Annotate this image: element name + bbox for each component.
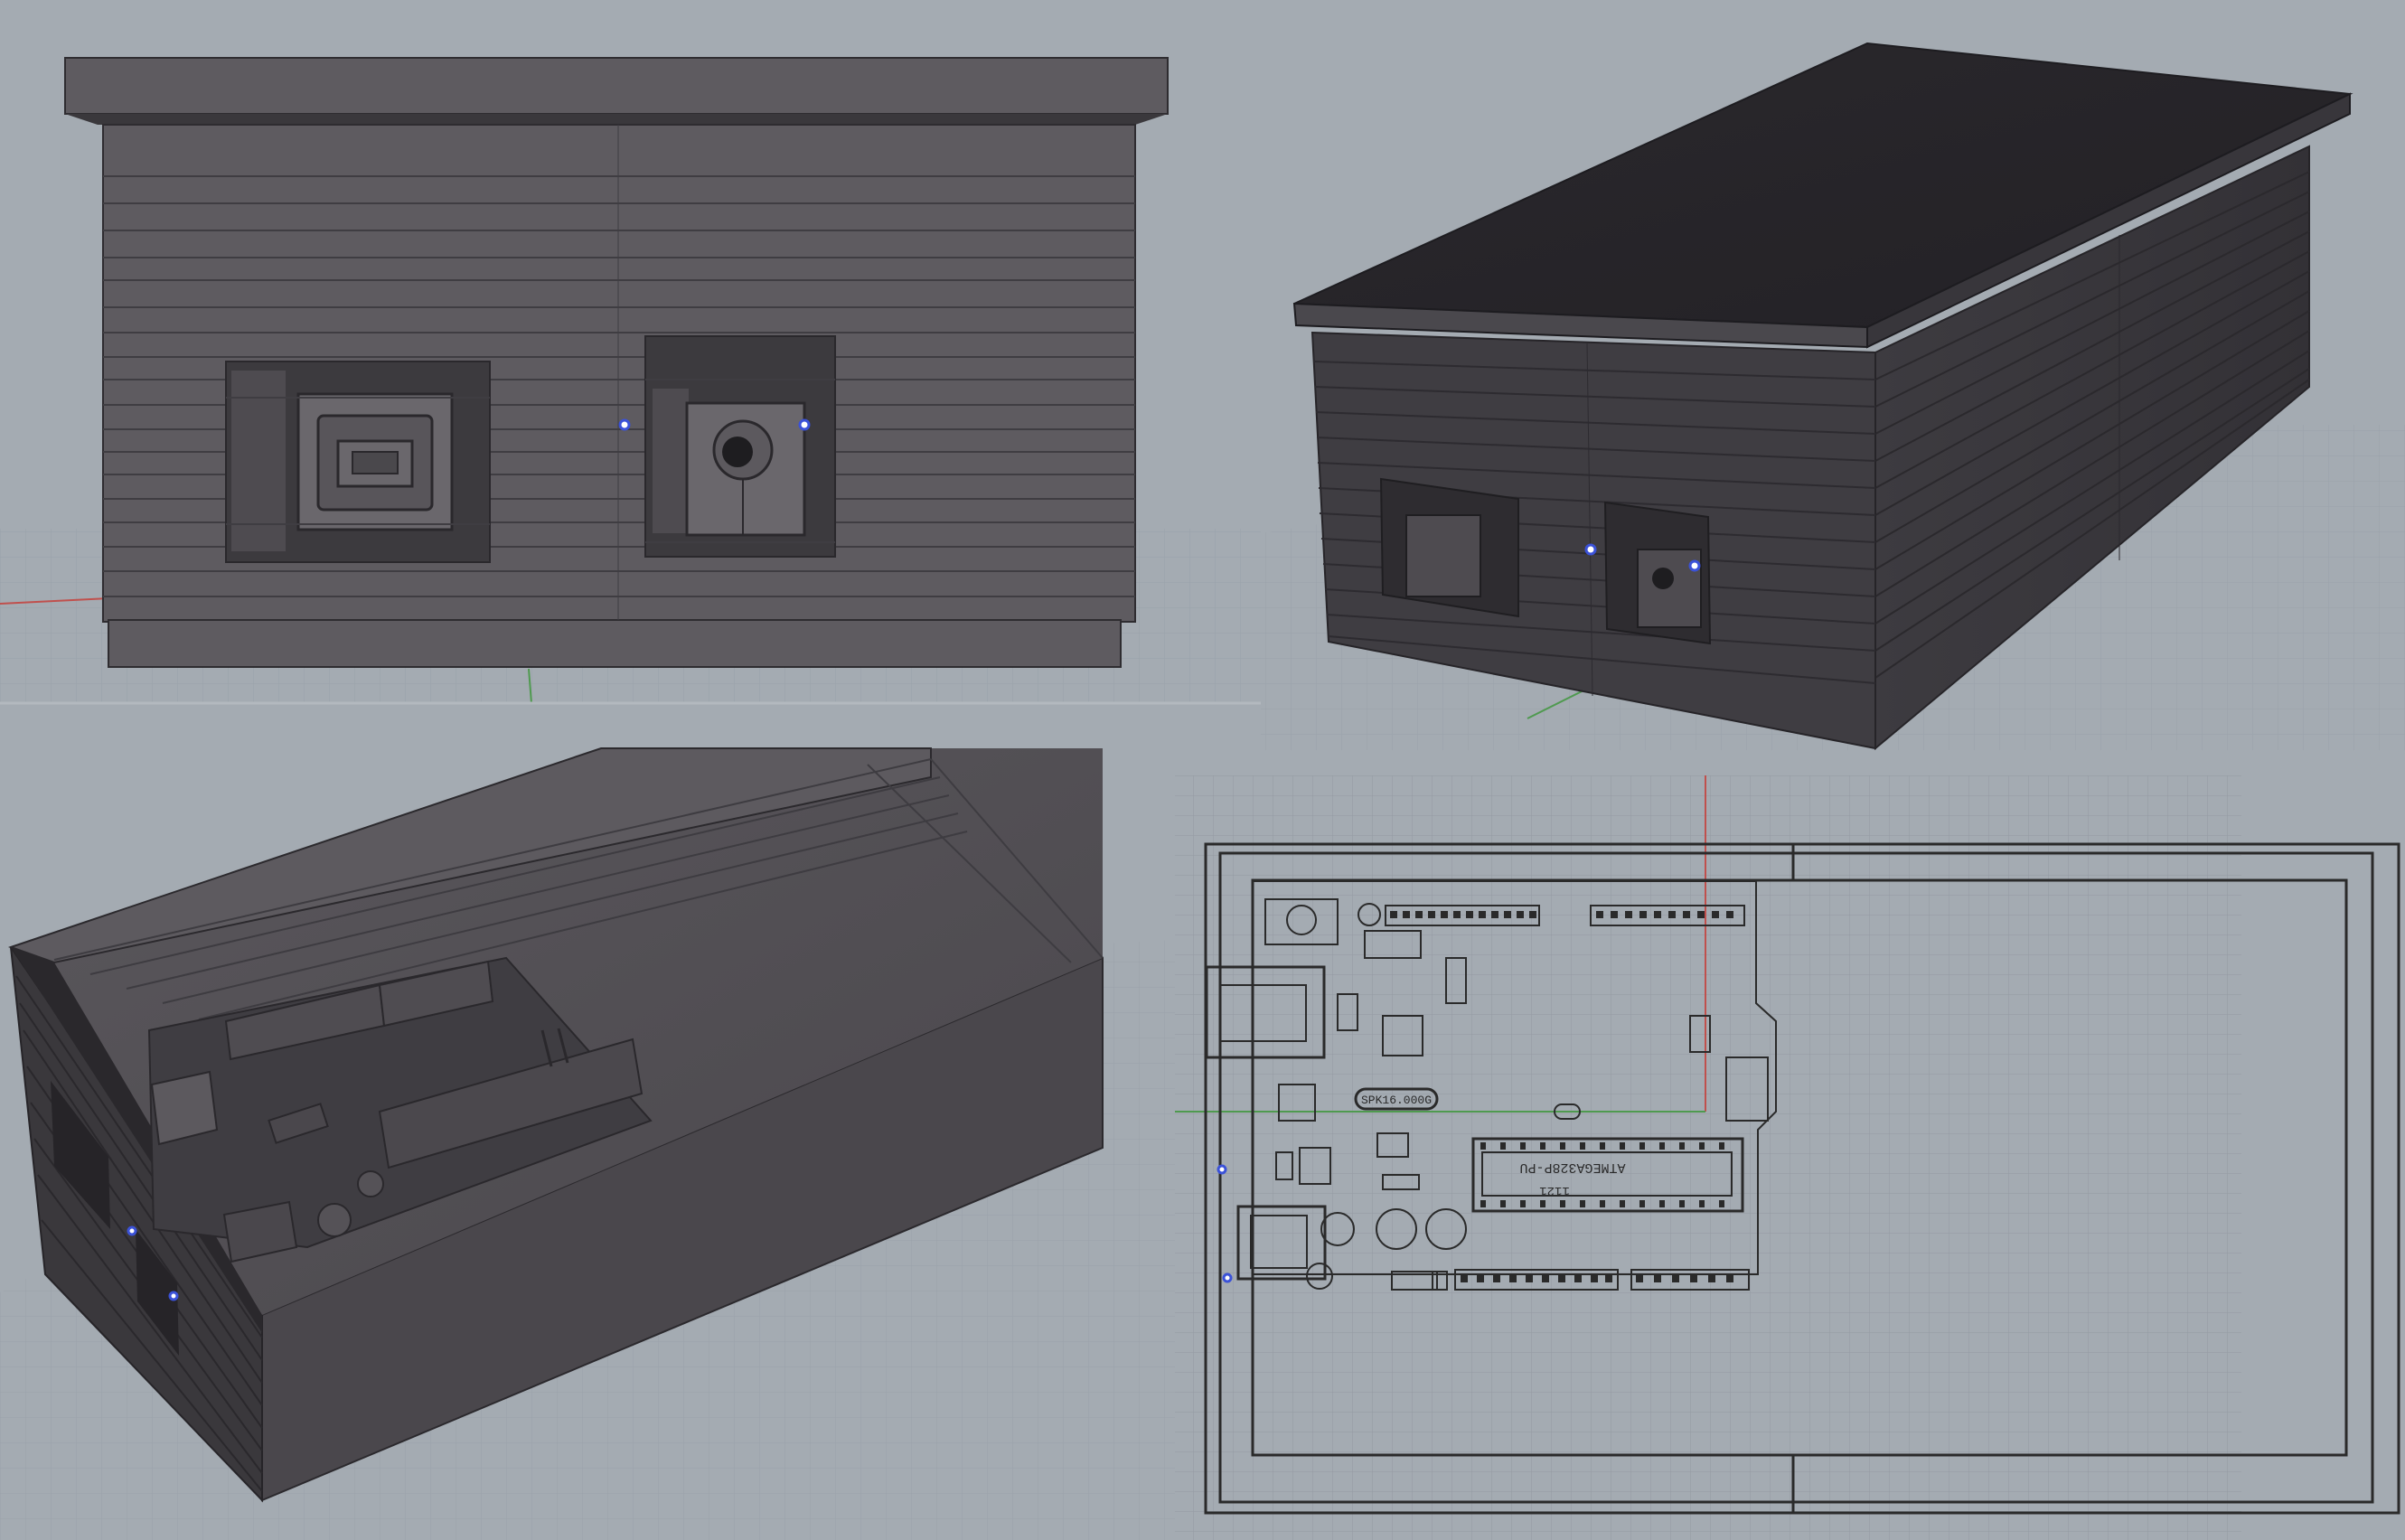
- viewport-top-wireframe[interactable]: ATMEGA328P-PU 1121 SPK16.000G: [1175, 775, 2405, 1540]
- control-point-icon[interactable]: [1584, 543, 1597, 556]
- usb-b-port-icon: [296, 392, 454, 531]
- dc-jack-cutout[interactable]: [1603, 501, 1712, 645]
- chip-label: ATMEGA328P-PU: [1519, 1160, 1625, 1175]
- control-point-icon[interactable]: [168, 1291, 179, 1301]
- viewport-open-case[interactable]: [0, 703, 1175, 1540]
- case-base[interactable]: [108, 619, 1122, 668]
- control-point-icon[interactable]: [127, 1225, 137, 1236]
- case-lid[interactable]: [64, 57, 1169, 115]
- usb-cutout[interactable]: [1379, 477, 1519, 618]
- dc-barrel-jack-icon: [685, 401, 806, 537]
- crystal-label: SPK16.000G: [1361, 1094, 1432, 1107]
- usb-cutout[interactable]: [225, 361, 491, 563]
- control-point-icon[interactable]: [798, 418, 811, 431]
- chip-sublabel: 1121: [1539, 1183, 1570, 1197]
- construction-grid: [1175, 775, 2241, 1540]
- usb-b-port-icon: [1405, 514, 1481, 597]
- control-point-icon[interactable]: [618, 418, 631, 431]
- viewport-front[interactable]: [0, 0, 1261, 704]
- control-point-icon[interactable]: [1222, 1272, 1233, 1283]
- control-point-icon[interactable]: [1688, 559, 1701, 572]
- control-point-icon[interactable]: [1217, 1164, 1227, 1175]
- viewport-perspective-top[interactable]: [1261, 0, 2405, 751]
- dc-jack-cutout[interactable]: [644, 335, 836, 558]
- viewport-layout: ATMEGA328P-PU 1121 SPK16.000G: [0, 0, 2405, 1540]
